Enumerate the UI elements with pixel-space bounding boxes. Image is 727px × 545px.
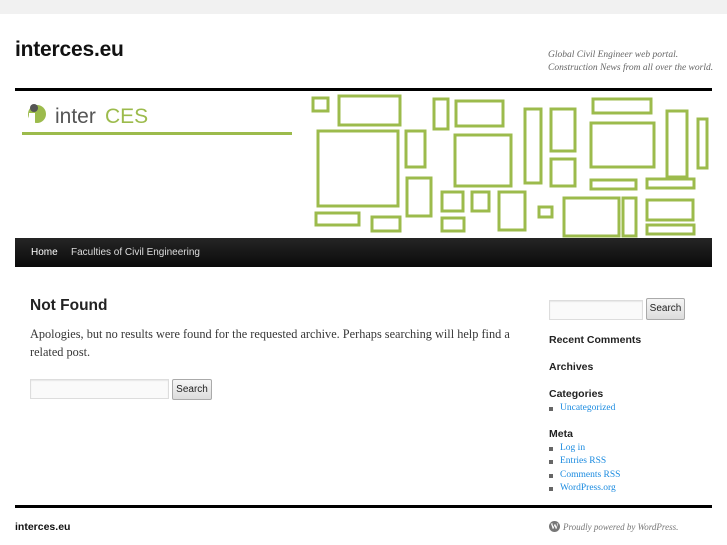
meta-list: Log in Entries RSS Comments RSS WordPres… (549, 442, 620, 495)
widget-title-categories: Categories (549, 388, 604, 400)
logo-mark-dot-icon (30, 104, 38, 112)
content-search-button[interactable]: Search (172, 379, 212, 400)
list-item: Comments RSS (549, 469, 620, 482)
footer-site-title[interactable]: interces.eu (15, 521, 70, 533)
sidebar-search-button[interactable]: Search (646, 298, 685, 320)
footer-rule (15, 505, 712, 508)
list-item: Uncategorized (549, 402, 615, 415)
meta-link-entries-rss[interactable]: Entries RSS (560, 456, 606, 466)
header-banner[interactable]: inter CES (15, 91, 712, 238)
meta-link-login[interactable]: Log in (560, 443, 585, 453)
widget-title-archives: Archives (549, 361, 594, 373)
meta-link-wordpress[interactable]: WordPress.org (560, 483, 616, 493)
nav-item-faculties[interactable]: Faculties of Civil Engineering (71, 238, 200, 267)
list-item: Log in (549, 442, 620, 455)
page: interces.eu Global Civil Engineer web po… (0, 14, 727, 545)
nav-item-home[interactable]: Home (31, 238, 58, 267)
wordpress-icon (549, 521, 560, 532)
meta-link-comments-rss[interactable]: Comments RSS (560, 470, 620, 480)
footer-credit-link[interactable]: Proudly powered by WordPress. (549, 521, 678, 532)
content-search-input[interactable] (30, 379, 169, 399)
widget-title-recent-comments: Recent Comments (549, 334, 642, 346)
page-title: Not Found (30, 297, 108, 314)
logo-underline (22, 132, 292, 135)
sidebar-search-input[interactable] (549, 300, 643, 320)
site-description: Global Civil Engineer web portal. Constr… (548, 50, 714, 73)
logo-text-dark: inter (55, 105, 96, 128)
interces-logo: inter CES (28, 104, 148, 128)
list-item: WordPress.org (549, 482, 620, 495)
banner-graphic: inter CES (22, 94, 709, 238)
site-title[interactable]: interces.eu (15, 38, 124, 62)
footer-credit-text: Proudly powered by WordPress. (563, 521, 679, 532)
widget-title-meta: Meta (549, 428, 573, 440)
category-link-uncategorized[interactable]: Uncategorized (560, 403, 615, 413)
not-found-message: Apologies, but no results were found for… (30, 327, 510, 359)
categories-list: Uncategorized (549, 402, 615, 415)
decorative-squares (311, 94, 709, 238)
logo-text-accent: CES (105, 105, 148, 128)
main-navigation: Home Faculties of Civil Engineering (15, 238, 712, 267)
list-item: Entries RSS (549, 455, 620, 468)
